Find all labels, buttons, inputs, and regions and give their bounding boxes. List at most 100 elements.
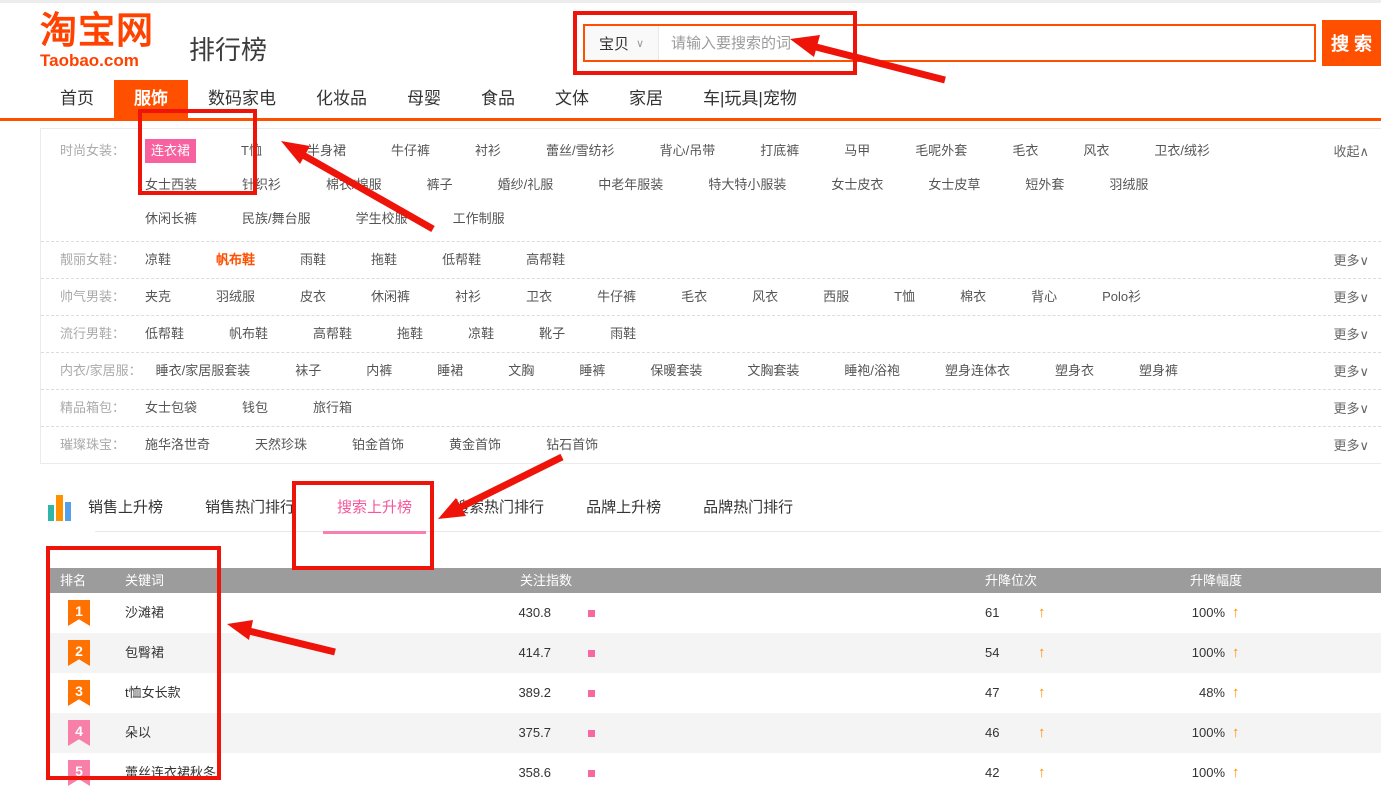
category-item[interactable]: 民族/舞台服	[242, 207, 311, 231]
rank-tab[interactable]: 搜索上升榜	[337, 496, 412, 534]
keyword-link[interactable]: 朵以	[125, 713, 151, 753]
category-item[interactable]: 短外套	[1025, 173, 1064, 197]
category-item[interactable]: 毛衣	[1012, 139, 1038, 163]
category-item[interactable]: 靴子	[539, 322, 565, 346]
category-item[interactable]: T恤	[894, 285, 915, 309]
category-item[interactable]: 袜子	[295, 359, 321, 383]
keyword-link[interactable]: 包臀裙	[125, 633, 164, 673]
category-item[interactable]: 帆布鞋	[229, 322, 268, 346]
category-item[interactable]: 裤子	[427, 173, 453, 197]
category-item[interactable]: 背心/吊带	[660, 139, 716, 163]
category-item[interactable]: 棉衣/棉服	[326, 173, 382, 197]
category-item[interactable]: 半身裙	[307, 139, 346, 163]
taobao-logo[interactable]: 淘宝网 Taobao.com	[40, 12, 154, 69]
keyword-link[interactable]: 蕾丝连衣裙秋冬	[125, 753, 216, 793]
category-item[interactable]: Polo衫	[1102, 285, 1141, 309]
category-item[interactable]: 婚纱/礼服	[498, 173, 554, 197]
category-item[interactable]: 凉鞋	[145, 248, 171, 272]
category-item[interactable]: 牛仔裤	[391, 139, 430, 163]
category-item[interactable]: 帆布鞋	[216, 248, 255, 272]
category-item[interactable]: 衬衫	[475, 139, 501, 163]
category-item[interactable]: 西服	[823, 285, 849, 309]
search-input[interactable]	[659, 26, 1314, 60]
category-item[interactable]: 睡裙	[437, 359, 463, 383]
category-item[interactable]: 内裤	[366, 359, 392, 383]
category-more-link[interactable]: 更多∨	[1333, 249, 1369, 273]
category-more-link[interactable]: 更多∨	[1333, 360, 1369, 384]
category-item[interactable]: 卫衣/绒衫	[1154, 139, 1210, 163]
category-more-link[interactable]: 更多∨	[1333, 323, 1369, 347]
category-item[interactable]: 拖鞋	[371, 248, 397, 272]
category-item[interactable]: 塑身衣	[1055, 359, 1094, 383]
nav-tab[interactable]: 家居	[609, 80, 683, 118]
rank-tab[interactable]: 搜索热门排行	[454, 496, 544, 534]
category-item[interactable]: 凉鞋	[468, 322, 494, 346]
category-item[interactable]: 夹克	[145, 285, 171, 309]
category-item[interactable]: 牛仔裤	[597, 285, 636, 309]
nav-tab[interactable]: 食品	[461, 80, 535, 118]
category-item[interactable]: 棉衣	[960, 285, 986, 309]
category-item[interactable]: 打底裤	[760, 139, 799, 163]
category-item[interactable]: 羽绒服	[1109, 173, 1148, 197]
category-item[interactable]: 连衣裙	[145, 139, 196, 163]
category-item[interactable]: 睡衣/家居服套装	[156, 359, 251, 383]
category-item[interactable]: 风衣	[752, 285, 778, 309]
category-item[interactable]: 蕾丝/雪纺衫	[546, 139, 615, 163]
category-item[interactable]: 雨鞋	[610, 322, 636, 346]
keyword-link[interactable]: t恤女长款	[125, 673, 181, 713]
category-item[interactable]: 睡袍/浴袍	[844, 359, 900, 383]
category-more-link[interactable]: 更多∨	[1333, 286, 1369, 310]
category-item[interactable]: 特大特小服装	[708, 173, 786, 197]
nav-tab[interactable]: 服饰	[114, 80, 188, 118]
category-item[interactable]: T恤	[241, 139, 262, 163]
category-item[interactable]: 文胸	[508, 359, 534, 383]
category-item[interactable]: 低帮鞋	[442, 248, 481, 272]
category-item[interactable]: 卫衣	[526, 285, 552, 309]
category-item[interactable]: 高帮鞋	[313, 322, 352, 346]
category-item[interactable]: 女士西装	[145, 173, 197, 197]
nav-tab[interactable]: 数码家电	[188, 80, 296, 118]
category-item[interactable]: 施华洛世奇	[145, 433, 210, 457]
category-item[interactable]: 塑身裤	[1139, 359, 1178, 383]
category-more-link[interactable]: 更多∨	[1333, 434, 1369, 458]
category-item[interactable]: 黄金首饰	[449, 433, 501, 457]
category-item[interactable]: 女士皮衣	[831, 173, 883, 197]
category-item[interactable]: 文胸套装	[747, 359, 799, 383]
category-item[interactable]: 衬衫	[455, 285, 481, 309]
nav-tab[interactable]: 母婴	[387, 80, 461, 118]
category-item[interactable]: 旅行箱	[313, 396, 352, 420]
category-item[interactable]: 雨鞋	[300, 248, 326, 272]
nav-tab[interactable]: 车|玩具|宠物	[683, 80, 817, 118]
category-item[interactable]: 学生校服	[356, 207, 408, 231]
nav-tab[interactable]: 文体	[535, 80, 609, 118]
category-item[interactable]: 休闲裤	[371, 285, 410, 309]
search-category-dropdown[interactable]: 宝贝 ∨	[585, 26, 659, 60]
rank-tab[interactable]: 销售热门排行	[205, 496, 295, 534]
category-more-link[interactable]: 收起∧	[1333, 140, 1369, 164]
category-item[interactable]: 塑身连体衣	[945, 359, 1010, 383]
category-item[interactable]: 风衣	[1083, 139, 1109, 163]
category-item[interactable]: 针织衫	[242, 173, 281, 197]
category-more-link[interactable]: 更多∨	[1333, 397, 1369, 421]
search-button[interactable]: 搜 索	[1322, 20, 1381, 66]
category-item[interactable]: 马甲	[844, 139, 870, 163]
category-item[interactable]: 拖鞋	[397, 322, 423, 346]
rank-tab[interactable]: 品牌热门排行	[703, 496, 793, 534]
category-item[interactable]: 皮衣	[300, 285, 326, 309]
category-item[interactable]: 低帮鞋	[145, 322, 184, 346]
rank-tab[interactable]: 销售上升榜	[88, 496, 163, 534]
nav-tab[interactable]: 首页	[40, 80, 114, 118]
rank-tab[interactable]: 品牌上升榜	[586, 496, 661, 534]
category-item[interactable]: 毛呢外套	[915, 139, 967, 163]
category-item[interactable]: 高帮鞋	[526, 248, 565, 272]
category-item[interactable]: 天然珍珠	[255, 433, 307, 457]
category-item[interactable]: 工作制服	[453, 207, 505, 231]
category-item[interactable]: 背心	[1031, 285, 1057, 309]
category-item[interactable]: 钻石首饰	[546, 433, 598, 457]
category-item[interactable]: 钱包	[242, 396, 268, 420]
keyword-link[interactable]: 沙滩裙	[125, 593, 164, 633]
category-item[interactable]: 铂金首饰	[352, 433, 404, 457]
category-item[interactable]: 羽绒服	[216, 285, 255, 309]
category-item[interactable]: 休闲长裤	[145, 207, 197, 231]
nav-tab[interactable]: 化妆品	[296, 80, 387, 118]
